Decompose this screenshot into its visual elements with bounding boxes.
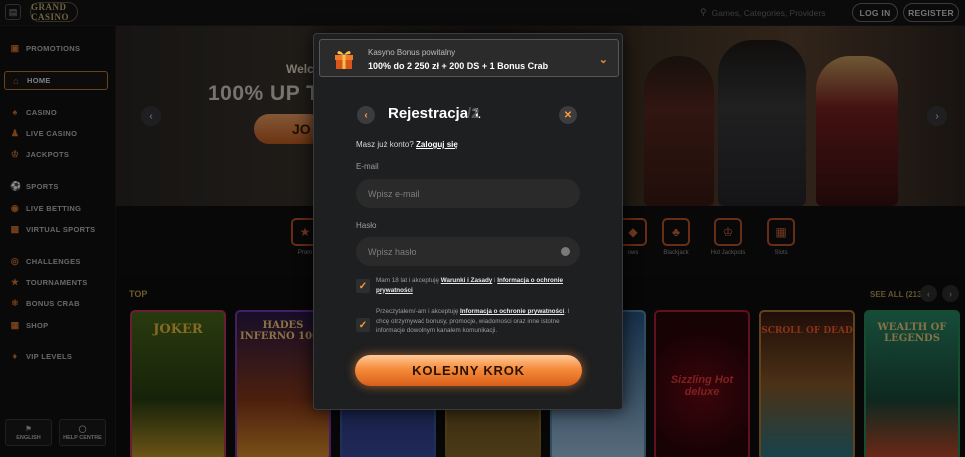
terms-link[interactable]: Warunki i Zasady [441, 277, 493, 284]
login-prompt: Masz już konto? Zaloguj się [356, 140, 458, 149]
chevron-down-icon: ⌄ [598, 54, 608, 66]
bonus-offer: 100% do 2 250 zł + 200 DS + 1 Bonus Crab [368, 61, 549, 71]
bonus-title: Kasyno Bonus powitalny [368, 48, 456, 57]
welcome-bonus-selector[interactable]: Kasyno Bonus powitalny 100% do 2 250 zł … [319, 39, 619, 77]
privacy-link-2[interactable]: Informacja o ochronie prywatności [460, 308, 564, 315]
show-password-icon[interactable] [561, 247, 570, 256]
registration-modal: Kasyno Bonus powitalny 100% do 2 250 zł … [313, 33, 623, 410]
email-label: E-mail [356, 162, 379, 171]
marketing-consent-checkbox[interactable]: ✓ [356, 318, 370, 332]
step-indicator: /2 [467, 105, 480, 122]
marketing-consent-text: Przeczytałem/-am i akceptuję Informacja … [376, 308, 570, 334]
password-label: Hasło [356, 221, 377, 230]
age-terms-text: Mam 18 lat i akceptuję Warunki i Zasady … [376, 277, 563, 294]
back-button[interactable]: ‹ [357, 106, 375, 124]
gift-icon [335, 51, 353, 69]
age-terms-checkbox[interactable]: ✓ [356, 279, 370, 293]
page: ▤ GRAND CASINO ⚲ Games, Categories, Prov… [0, 0, 965, 457]
login-link[interactable]: Zaloguj się [416, 140, 458, 149]
password-field[interactable] [356, 237, 580, 266]
close-icon[interactable]: ✕ [559, 106, 577, 124]
next-step-button[interactable]: KOLEJNY KROK [355, 355, 582, 386]
email-field[interactable] [356, 179, 580, 208]
